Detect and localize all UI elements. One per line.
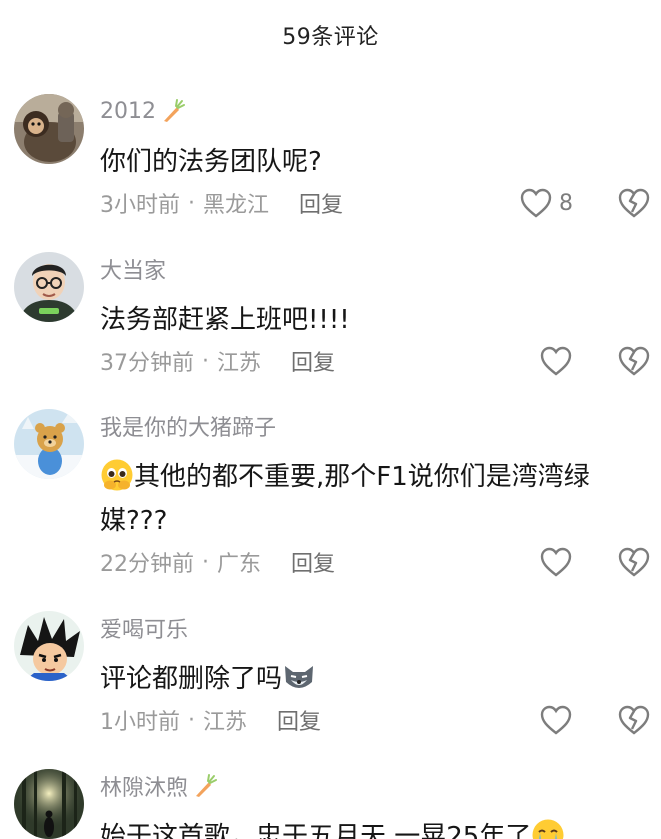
broken-heart-icon[interactable] [617, 345, 651, 377]
comment-time: 22分钟前 [100, 552, 194, 577]
carrot-badge-icon [196, 774, 218, 797]
goku-avatar-icon[interactable] [14, 611, 84, 681]
comment-text: 其他的都不重要,那个F1说你们是湾湾绿媒??? [100, 462, 590, 536]
comment-item: 爱喝可乐 评论都删除了吗 1小时前 · 江苏 回复 [0, 611, 661, 751]
broken-heart-icon[interactable] [617, 546, 651, 578]
comment-username[interactable]: 林隙沐煦 [100, 770, 188, 802]
comment-text-block: 评论都删除了吗 [100, 657, 645, 701]
meta-separator: · [188, 190, 195, 216]
monkey-avatar-icon[interactable] [14, 94, 84, 164]
comment-username[interactable]: 爱喝可乐 [100, 612, 188, 644]
wolf-face-emoji [285, 666, 314, 688]
comment-text-block: 始于这首歌，忠于五月天 一晃25年了 [100, 815, 645, 839]
heart-icon [540, 346, 572, 376]
reply-button[interactable]: 回复 [291, 345, 335, 377]
forest-sunlight-avatar-icon[interactable] [14, 769, 84, 839]
carrot-badge-icon [164, 99, 185, 122]
comment-item: 大当家 法务部赶紧上班吧!!!! 37分钟前 · 江苏 回复 [0, 252, 661, 392]
heart-icon [540, 705, 572, 735]
comment-text: 评论都删除了吗 [100, 664, 283, 694]
comment-time: 3小时前 [100, 193, 180, 218]
comment-time: 37分钟前 [100, 351, 194, 376]
heart-icon [520, 188, 552, 218]
comment-item: 林隙沐煦 始于这首歌，忠于五月天 一晃25年了 [0, 769, 661, 839]
comments-header: 59条评论 [0, 0, 661, 70]
meta-separator: · [202, 549, 209, 575]
bear-avatar-icon[interactable] [14, 409, 84, 479]
like-button[interactable] [539, 702, 573, 738]
comment-text-block: 其他的都不重要,那个F1说你们是湾湾绿媒??? [100, 455, 645, 543]
glasses-man-avatar-icon[interactable] [14, 252, 84, 322]
comment-text: 始于这首歌，忠于五月天 一晃25年了 [100, 822, 532, 839]
broken-heart-icon[interactable] [617, 704, 651, 736]
comment-item: 我是你的大猪蹄子 其他的都不重要,那个F1说你们是湾湾绿媒??? 22分钟前 ·… [0, 409, 661, 589]
comment-location: 江苏 [217, 351, 262, 376]
comment-username[interactable]: 大当家 [100, 253, 166, 285]
comment-count-title: 59条评论 [282, 25, 379, 50]
like-button[interactable]: 8 [519, 185, 573, 221]
reply-button[interactable]: 回复 [277, 704, 321, 736]
comment-location: 黑龙江 [203, 193, 270, 218]
comment-text: 你们的法务团队呢? [100, 147, 322, 177]
comment-username[interactable]: 我是你的大猪蹄子 [100, 410, 276, 442]
crying-face-emoji [532, 819, 564, 839]
comment-location: 广东 [217, 552, 262, 577]
reply-button[interactable]: 回复 [299, 187, 343, 219]
comment-time: 1小时前 [100, 710, 180, 735]
like-button[interactable] [539, 544, 573, 580]
comment-username[interactable]: 2012 [100, 99, 156, 124]
comment-item: 2012 你们的法务团队呢? 3小时前 · 黑龙江 回复 8 [0, 94, 661, 234]
comment-location: 江苏 [203, 710, 248, 735]
like-button[interactable] [539, 343, 573, 379]
comment-text: 法务部赶紧上班吧!!!! [100, 305, 350, 335]
meta-separator: · [188, 707, 195, 733]
meta-separator: · [202, 348, 209, 374]
heart-icon [540, 547, 572, 577]
broken-heart-icon[interactable] [617, 187, 651, 219]
reply-button[interactable]: 回复 [291, 546, 335, 578]
like-count: 8 [559, 190, 573, 216]
pleading-face-emoji [101, 459, 133, 491]
